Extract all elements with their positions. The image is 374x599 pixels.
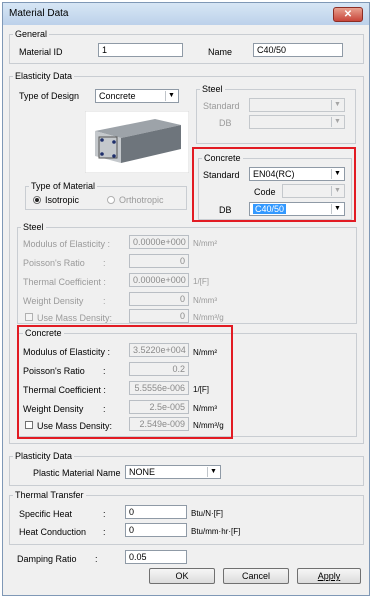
name-label: Name	[208, 47, 233, 57]
chevron-down-icon[interactable]: ▼	[207, 467, 219, 477]
material-id-input[interactable]: 1	[98, 43, 183, 57]
plasticity-group-label: Plasticity Data	[13, 451, 75, 461]
steel-modulus-unit: N/mm²	[193, 239, 217, 248]
steel-weight-field[interactable]: 0	[129, 292, 189, 306]
ok-button-label[interactable]: OK	[175, 571, 188, 581]
heat-conduction-input[interactable]: 0	[125, 523, 187, 537]
steel-weight-label: Weight Density	[23, 296, 84, 306]
steel-props-group-label: Steel	[21, 222, 46, 232]
heat-conduction-unit: Btu/mm·hr·[F]	[191, 527, 241, 536]
steel-thermal-label: Thermal Coefficient :	[23, 277, 106, 287]
orthotropic-label: Orthotropic	[119, 195, 164, 205]
apply-button-label[interactable]: Apply	[318, 571, 341, 581]
cancel-button-label[interactable]: Cancel	[242, 571, 270, 581]
damping-ratio-input[interactable]: 0.05	[125, 550, 187, 564]
heat-conduction-label: Heat Conduction	[19, 527, 87, 537]
damping-ratio-colon: :	[95, 554, 98, 564]
heat-conduction-colon: :	[103, 527, 106, 537]
steel-poisson-field[interactable]: 0	[129, 254, 189, 268]
window-title: Material Data	[9, 8, 69, 19]
apply-button[interactable]: Apply	[297, 568, 361, 584]
steel-mass-density-field[interactable]: 0	[129, 309, 189, 323]
plastic-material-name-label: Plastic Material Name	[33, 468, 121, 478]
steel-thermal-unit: 1/[F]	[193, 277, 210, 286]
damping-ratio-label: Damping Ratio	[17, 554, 77, 564]
concrete-props-highlight	[17, 325, 233, 439]
concrete-section-image	[85, 111, 189, 173]
concrete-db-highlight	[192, 147, 356, 222]
steel-modulus-field[interactable]: 0.0000e+000	[129, 235, 189, 249]
plastic-material-name-value: NONE	[129, 467, 156, 477]
chevron-down-icon[interactable]: ▼	[331, 100, 343, 110]
specific-heat-label: Specific Heat	[19, 509, 73, 519]
title-bar: Material Data ✕	[3, 3, 369, 25]
steel-mass-density-unit: N/mm³/g	[193, 313, 224, 322]
type-of-design-value: Concrete	[99, 91, 136, 101]
steel-thermal-field[interactable]: 0.0000e+000	[129, 273, 189, 287]
steel-mass-density-checkbox[interactable]	[25, 313, 33, 321]
material-data-window: Material Data ✕ General Material ID 1 Na…	[2, 2, 370, 596]
type-of-design-select[interactable]: Concrete ▼	[95, 89, 179, 103]
material-id-label: Material ID	[19, 47, 63, 57]
close-button[interactable]: ✕	[333, 7, 363, 22]
steel-modulus-label: Modulus of Elasticity :	[23, 239, 111, 249]
chevron-down-icon[interactable]: ▼	[165, 91, 177, 101]
type-of-design-label: Type of Design	[19, 91, 80, 101]
steel-db-select[interactable]: ▼	[249, 115, 345, 129]
steel-poisson-label: Poisson's Ratio	[23, 258, 85, 268]
orthotropic-radio[interactable]	[107, 196, 115, 204]
type-of-material-label: Type of Material	[29, 181, 98, 191]
steel-mass-density-label: Use Mass Density:	[37, 313, 113, 323]
steel-weight-unit: N/mm³	[193, 296, 217, 305]
steel-standard-select[interactable]: ▼	[249, 98, 345, 112]
thermal-group-label: Thermal Transfer	[13, 490, 86, 500]
isotropic-radio[interactable]	[33, 196, 41, 204]
steel-standard-label: Standard	[203, 101, 240, 111]
specific-heat-input[interactable]: 0	[125, 505, 187, 519]
ok-button[interactable]: OK	[149, 568, 215, 584]
steel-weight-colon: :	[103, 296, 106, 306]
specific-heat-unit: Btu/N·[F]	[191, 509, 224, 518]
elasticity-group-label: Elasticity Data	[13, 71, 75, 81]
plastic-material-name-select[interactable]: NONE ▼	[125, 465, 221, 479]
cancel-button[interactable]: Cancel	[223, 568, 289, 584]
steel-db-label: DB	[219, 118, 232, 128]
isotropic-label: Isotropic	[45, 195, 80, 205]
thermal-group	[9, 495, 364, 545]
general-group-label: General	[13, 29, 50, 39]
chevron-down-icon[interactable]: ▼	[331, 117, 343, 127]
steel-poisson-colon: :	[103, 258, 106, 268]
steel-sub-group-label: Steel	[200, 84, 225, 94]
specific-heat-colon: :	[103, 509, 106, 519]
close-icon[interactable]: ✕	[344, 9, 352, 20]
name-input[interactable]: C40/50	[253, 43, 343, 57]
